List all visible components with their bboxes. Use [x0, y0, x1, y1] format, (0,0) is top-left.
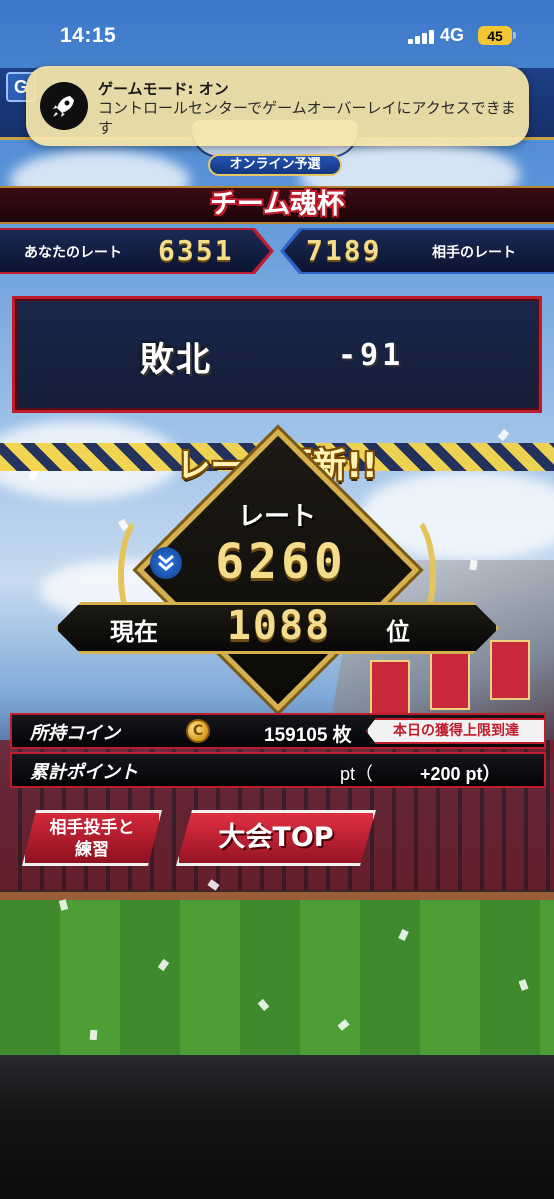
signal-icon [408, 28, 434, 44]
result-outcome: 敗北 [140, 340, 212, 380]
stadium-banner [370, 660, 410, 720]
tournament-top-button[interactable]: 大会TOP [176, 810, 376, 866]
daily-limit-badge: 本日の獲得上限到達 [366, 718, 546, 744]
points-bonus: +200 pt） [420, 764, 501, 784]
practice-button-line1: 相手投手と [49, 818, 135, 838]
notification-title: ゲームモード: オン [98, 80, 229, 98]
opponent-rate-label: 相手のレート [432, 245, 516, 261]
double-chevron-down-icon [150, 547, 182, 579]
coins-label: 所持コイン [30, 723, 120, 744]
stadium-banner [430, 650, 470, 710]
status-time: 14:15 [60, 24, 117, 47]
practice-button-line2: 練習 [75, 840, 109, 860]
rocket-icon [40, 82, 88, 130]
coins-value: 159105 枚 [264, 725, 352, 746]
network-label: 4G [440, 25, 465, 45]
result-panel [12, 296, 542, 413]
new-rate-value: 6260 [215, 534, 347, 590]
rank-suffix: 位 [386, 618, 410, 646]
points-label: 累計ポイント [30, 762, 138, 783]
result-delta: -91 [338, 338, 405, 373]
notification-body: コントロールセンターでゲームオーバーレイにアクセスできます [98, 99, 516, 137]
battery-icon: 45 [478, 26, 512, 45]
coin-icon: C [186, 719, 210, 743]
cup-title: チーム魂杯 [209, 189, 345, 220]
rate-caption: レート [237, 502, 316, 532]
bottom-bezel [0, 1055, 554, 1199]
baseball-field [0, 900, 554, 1055]
confetti [89, 1029, 98, 1041]
your-rate-value: 6351 [158, 234, 234, 267]
game-mode-notification[interactable]: ゲームモード: オン コントロールセンターでゲームオーバーレイにアクセスできます [26, 66, 529, 146]
rank-value: 1088 [226, 603, 332, 649]
stadium-banner [490, 640, 530, 700]
your-rate-label: あなたのレート [24, 245, 122, 261]
opponent-rate-value: 7189 [306, 234, 382, 267]
tournament-subtitle: オンライン予選 [208, 154, 342, 176]
rank-prefix: 現在 [110, 618, 158, 646]
points-unit: pt（ [340, 764, 374, 784]
battery-tip [513, 32, 516, 39]
practice-opponent-pitcher-button[interactable]: 相手投手と 練習 [22, 810, 162, 866]
status-bar: 14:15 4G 45 [0, 0, 554, 70]
